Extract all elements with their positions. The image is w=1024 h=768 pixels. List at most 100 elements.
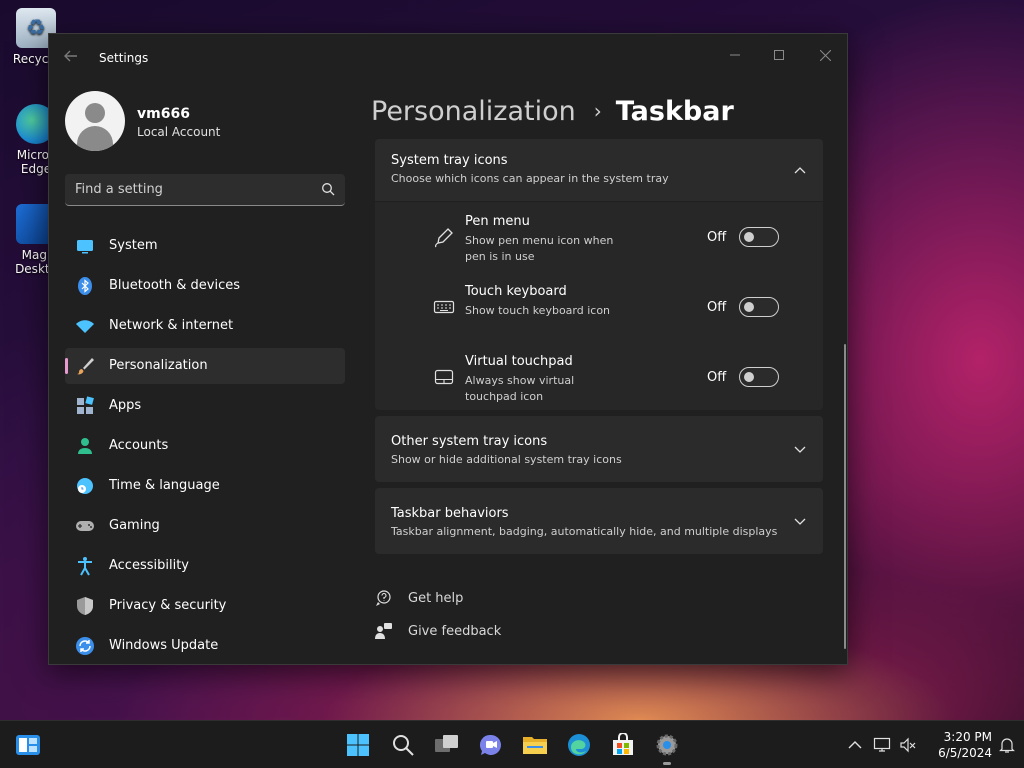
sidebar-item-accounts[interactable]: Accounts xyxy=(65,428,345,464)
controller-icon xyxy=(75,516,95,536)
folder-icon xyxy=(523,737,547,754)
page-title: Taskbar xyxy=(615,95,734,127)
task-view-icon xyxy=(435,735,458,752)
task-view-button[interactable] xyxy=(433,731,461,759)
virtual-touchpad-toggle[interactable] xyxy=(739,367,779,387)
arrow-left-icon xyxy=(64,50,77,62)
pen-menu-toggle[interactable] xyxy=(739,227,779,247)
section-description: Taskbar alignment, badging, automaticall… xyxy=(391,525,778,538)
toggle-state-label: Off xyxy=(707,230,727,245)
section-title: Other system tray icons xyxy=(391,434,548,449)
maximize-button[interactable] xyxy=(756,40,802,70)
touchpad-icon xyxy=(434,369,454,385)
sidebar-item-label: Privacy & security xyxy=(109,598,227,613)
touch-keyboard-toggle[interactable] xyxy=(739,297,779,317)
taskbar-behaviors-section[interactable]: Taskbar behaviors Taskbar alignment, bad… xyxy=(375,488,823,554)
help-chat-icon xyxy=(376,590,391,606)
windows-logo-icon xyxy=(347,734,369,756)
sidebar-item-accessibility[interactable]: Accessibility xyxy=(65,548,345,584)
monitor-icon xyxy=(75,236,95,256)
maximize-icon xyxy=(774,50,784,60)
setting-description: Always show virtual touchpad icon xyxy=(465,374,575,403)
sidebar-item-label: Bluetooth & devices xyxy=(109,278,240,293)
other-system-tray-icons-section[interactable]: Other system tray icons Show or hide add… xyxy=(375,416,823,482)
window-title: Settings xyxy=(99,51,149,65)
setting-title: Touch keyboard xyxy=(465,284,567,299)
avatar xyxy=(65,91,125,151)
account-type: Local Account xyxy=(137,125,221,139)
edge-icon xyxy=(568,734,590,756)
store-button[interactable] xyxy=(609,731,637,759)
toggle-state-label: Off xyxy=(707,370,727,385)
give-feedback-link[interactable]: Give feedback xyxy=(375,622,575,642)
system-tray-icons-section[interactable]: System tray icons Choose which icons can… xyxy=(375,139,823,201)
sidebar-item-apps[interactable]: Apps xyxy=(65,388,345,424)
gear-icon xyxy=(656,734,678,756)
chevron-down-icon[interactable] xyxy=(793,442,807,456)
get-help-link[interactable]: Get help xyxy=(375,589,575,609)
widgets-button[interactable] xyxy=(14,731,42,759)
keyboard-icon xyxy=(433,300,455,314)
sidebar-item-windows-update[interactable]: Windows Update xyxy=(65,628,345,664)
sidebar-item-label: Network & internet xyxy=(109,318,234,333)
search-box xyxy=(65,174,345,206)
apps-icon xyxy=(75,396,95,416)
chevron-up-icon[interactable] xyxy=(793,163,807,177)
start-button[interactable] xyxy=(344,731,372,759)
sidebar-item-privacy-security[interactable]: Privacy & security xyxy=(65,588,345,624)
scrollbar-thumb[interactable] xyxy=(844,344,846,649)
edge-button[interactable] xyxy=(565,731,593,759)
search-input[interactable] xyxy=(75,174,315,205)
settings-taskbar-button[interactable] xyxy=(653,731,681,765)
globe-clock-icon xyxy=(75,476,95,496)
close-button[interactable] xyxy=(802,40,848,70)
pen-menu-row: Pen menu Show pen menu icon when pen is … xyxy=(375,202,823,272)
teams-chat-button[interactable] xyxy=(477,731,505,759)
sidebar-item-network[interactable]: Network & internet xyxy=(65,308,345,344)
minimize-button[interactable] xyxy=(712,40,758,70)
clock-date: 6/5/2024 xyxy=(938,746,992,760)
get-help-label: Get help xyxy=(408,591,464,606)
sidebar-item-gaming[interactable]: Gaming xyxy=(65,508,345,544)
setting-title: Pen menu xyxy=(465,214,530,229)
system-clock[interactable]: 3:20 PM 6/5/2024 xyxy=(926,729,992,761)
chevron-up-icon[interactable] xyxy=(846,736,864,754)
section-title: Taskbar behaviors xyxy=(391,506,509,521)
sidebar-nav: System Bluetooth & devices Network & int… xyxy=(65,228,345,668)
search-icon xyxy=(393,735,414,756)
search-icon[interactable] xyxy=(321,182,335,196)
sidebar-item-label: Time & language xyxy=(109,478,220,493)
network-icon[interactable] xyxy=(873,736,891,754)
sidebar-item-bluetooth[interactable]: Bluetooth & devices xyxy=(65,268,345,304)
taskbar: 3:20 PM 6/5/2024 xyxy=(0,720,1024,768)
brush-icon xyxy=(75,356,95,376)
give-feedback-label: Give feedback xyxy=(408,624,502,639)
file-explorer-button[interactable] xyxy=(521,731,549,759)
sidebar-item-system[interactable]: System xyxy=(65,228,345,264)
active-app-indicator xyxy=(663,762,671,765)
touch-keyboard-row: Touch keyboard Show touch keyboard icon … xyxy=(375,272,823,342)
setting-description: Show pen menu icon when pen is in use xyxy=(465,234,614,263)
breadcrumb: Personalization › Taskbar xyxy=(371,91,734,131)
wifi-icon xyxy=(75,316,95,336)
accessibility-icon xyxy=(75,556,95,576)
notification-icon[interactable] xyxy=(998,736,1016,754)
sidebar-item-label: Windows Update xyxy=(109,638,219,653)
widgets-icon xyxy=(16,735,40,755)
sidebar-item-personalization[interactable]: Personalization xyxy=(65,348,345,384)
toggle-state-label: Off xyxy=(707,300,727,315)
sidebar-item-time-language[interactable]: Time & language xyxy=(65,468,345,504)
back-button[interactable] xyxy=(63,48,83,68)
shield-icon xyxy=(75,596,95,616)
virtual-touchpad-row: Virtual touchpad Always show virtual tou… xyxy=(375,342,823,410)
breadcrumb-parent[interactable]: Personalization xyxy=(371,96,576,127)
section-title: System tray icons xyxy=(391,153,508,168)
title-bar[interactable]: Settings xyxy=(49,34,847,82)
pen-icon xyxy=(435,228,453,248)
chevron-down-icon[interactable] xyxy=(793,514,807,528)
search-button[interactable] xyxy=(389,731,417,759)
section-description: Choose which icons can appear in the sys… xyxy=(391,172,669,185)
volume-muted-icon[interactable] xyxy=(899,736,917,754)
update-icon xyxy=(75,636,95,656)
sidebar-item-label: Personalization xyxy=(109,358,208,373)
